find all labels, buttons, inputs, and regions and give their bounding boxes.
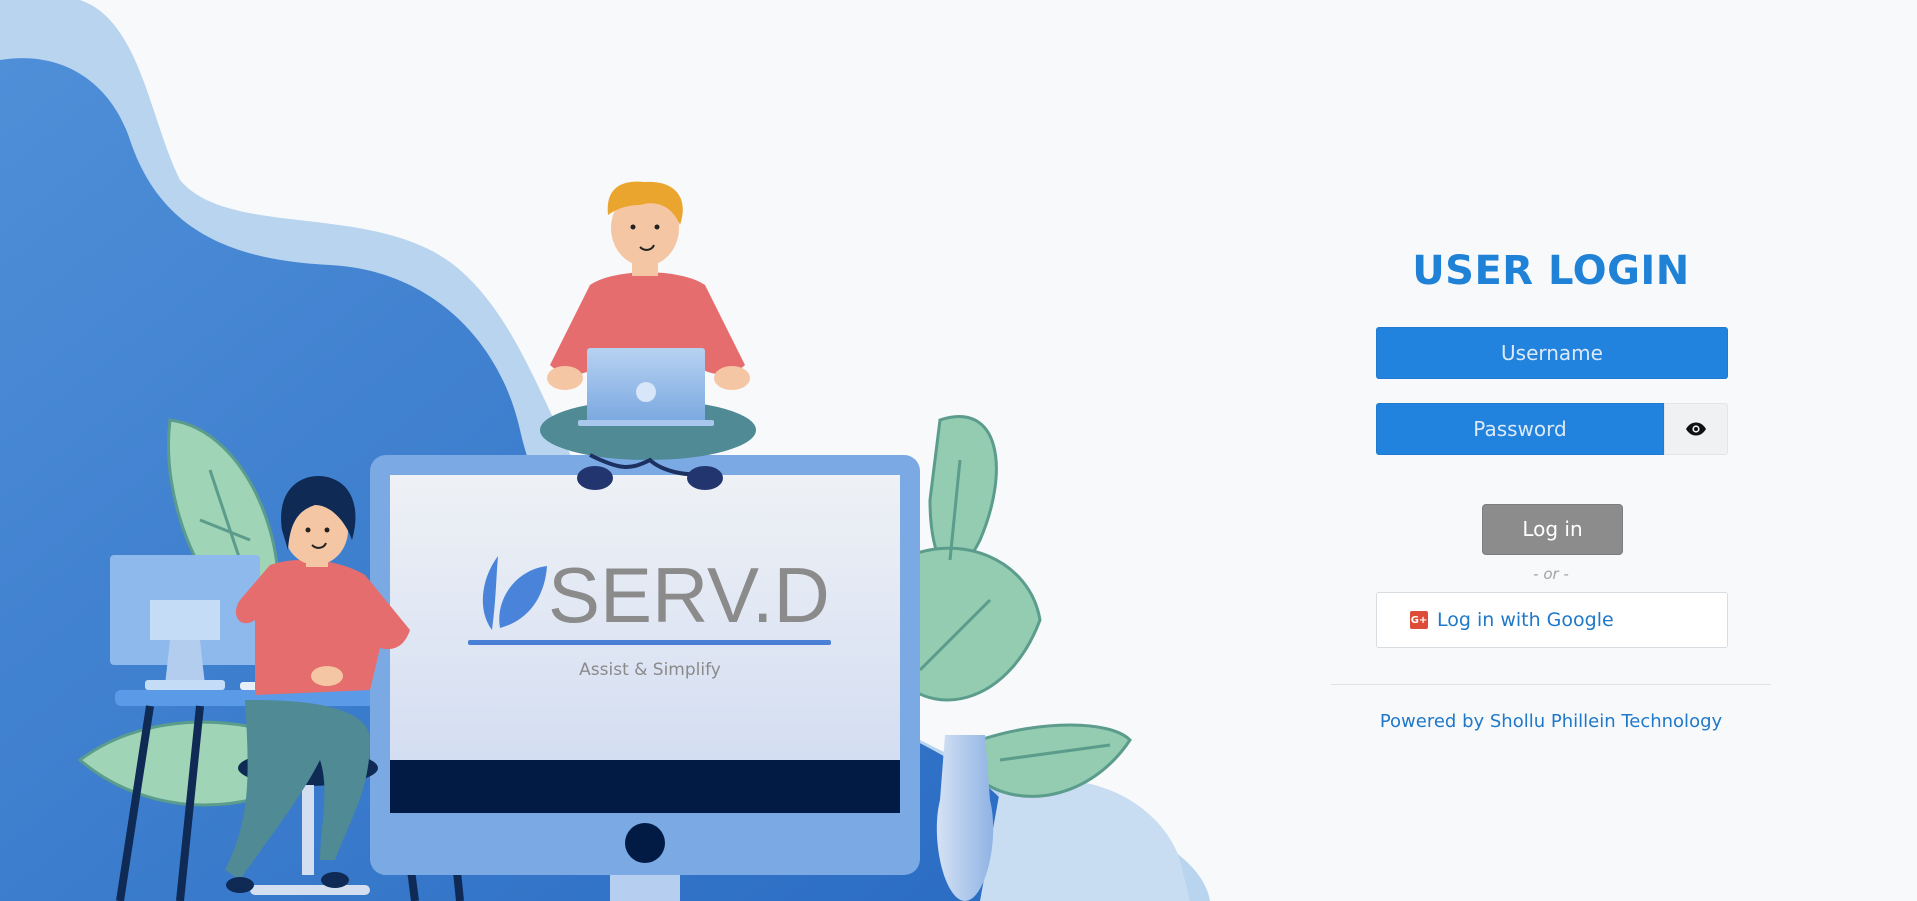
google-login-label: Log in with Google <box>1437 609 1614 631</box>
google-plus-icon: G+ <box>1410 611 1428 629</box>
google-login-button[interactable]: G+ Log in with Google <box>1376 592 1728 648</box>
login-button[interactable]: Log in <box>1482 504 1623 555</box>
eye-icon <box>1686 422 1706 436</box>
logo-text: SERV.D <box>548 551 830 639</box>
login-panel: USER LOGIN Log in - or - G+ Log in with … <box>1331 0 1771 901</box>
password-input[interactable] <box>1376 403 1664 455</box>
vase <box>936 735 994 901</box>
background-blob-right <box>980 779 1190 901</box>
hero-illustration: SERV.D Assist & Simplify <box>0 0 1210 901</box>
logo-tagline: Assist & Simplify <box>579 660 721 680</box>
logo-underline <box>468 640 831 645</box>
login-title: USER LOGIN <box>1412 248 1690 294</box>
show-password-button[interactable] <box>1664 403 1728 455</box>
powered-by-link[interactable]: Powered by Shollu Phillein Technology <box>1331 711 1771 732</box>
man-on-monitor <box>540 181 756 490</box>
or-separator: - or - <box>1533 565 1569 583</box>
divider <box>1331 684 1771 685</box>
username-input[interactable] <box>1376 327 1728 379</box>
